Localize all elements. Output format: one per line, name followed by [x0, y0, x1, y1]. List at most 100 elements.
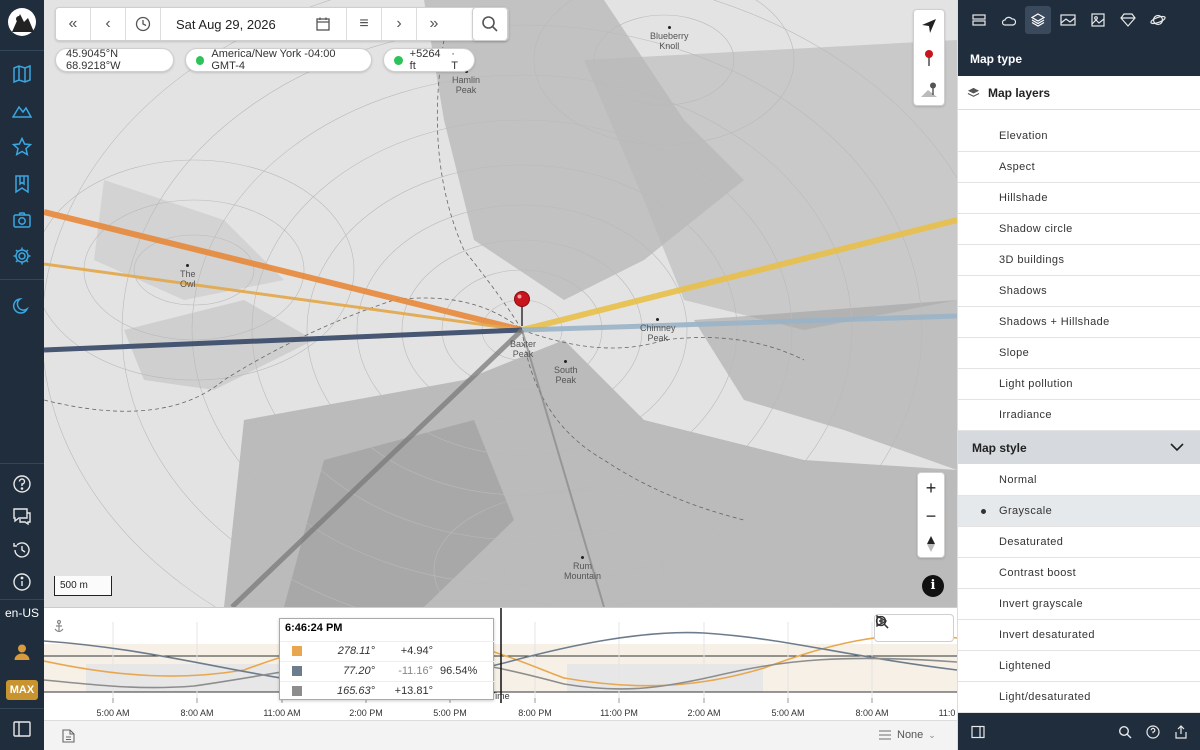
- drop-pin-button[interactable]: [914, 43, 944, 73]
- sidebar-settings-button[interactable]: [0, 238, 44, 274]
- bottom-bar: None ⌄: [44, 720, 957, 750]
- zoom-in-button[interactable]: +: [918, 474, 944, 502]
- style-item-grayscale[interactable]: Grayscale: [958, 496, 1200, 527]
- time-tick-label: 11:00 PM: [600, 708, 638, 718]
- app-logo[interactable]: [6, 6, 38, 40]
- plus-icon: +: [925, 477, 937, 498]
- zoom-out-button[interactable]: −: [918, 502, 944, 530]
- style-item-invert-grayscale[interactable]: Invert grayscale: [958, 589, 1200, 620]
- next-day-button[interactable]: ›: [382, 8, 416, 40]
- sidebar-account-button[interactable]: [0, 634, 44, 670]
- pin-on-terrain-button[interactable]: [914, 75, 944, 105]
- compass-button[interactable]: [918, 530, 944, 558]
- layer-item-3d-buildings[interactable]: 3D buildings: [958, 245, 1200, 276]
- time-tick-label: 2:00 PM: [349, 708, 383, 718]
- map-icon: [13, 64, 31, 84]
- style-item-invert-desaturated[interactable]: Invert desaturated: [958, 620, 1200, 651]
- style-item-contrast-boost[interactable]: Contrast boost: [958, 558, 1200, 589]
- document-icon[interactable]: [62, 729, 75, 743]
- panel-collapse-button[interactable]: [968, 722, 988, 742]
- sidebar-bookmarks-button[interactable]: [0, 166, 44, 202]
- calendar-button[interactable]: [306, 8, 340, 40]
- double-chevron-left-icon: «: [68, 15, 78, 32]
- overlay-selector[interactable]: None ⌄: [879, 729, 936, 741]
- timeline-zoom-out-button[interactable]: [875, 615, 927, 641]
- map-layers-title: Map layers: [988, 86, 1051, 100]
- footer-search-button[interactable]: [1115, 722, 1135, 742]
- elevation-pill[interactable]: +5264 ft · T: [383, 48, 475, 72]
- search-icon: [1118, 725, 1132, 739]
- location-pin[interactable]: [514, 291, 530, 307]
- layer-item-shadows-hillshade[interactable]: Shadows + Hillshade: [958, 307, 1200, 338]
- sidebar-divider: [0, 463, 44, 464]
- time-now-button[interactable]: [126, 8, 160, 40]
- place-label: Rum Mountain: [564, 556, 601, 581]
- plan-badge[interactable]: MAX: [6, 680, 38, 700]
- map-view[interactable]: Blueberry Knoll Hamlin Peak The Owl Baxter P…: [44, 0, 957, 607]
- footer-help-button[interactable]: [1143, 722, 1163, 742]
- style-item-desaturated[interactable]: Desaturated: [958, 527, 1200, 558]
- sidebar-camera-button[interactable]: [0, 202, 44, 238]
- sidebar-divider: [0, 50, 44, 51]
- sidebar-divider: [0, 279, 44, 280]
- coordinates-text: 45.9045°N 68.9218°W: [66, 48, 121, 72]
- sidebar-help-button[interactable]: [0, 466, 44, 502]
- layer-item-hillshade[interactable]: Hillshade: [958, 183, 1200, 214]
- map-style-header[interactable]: Map style: [958, 431, 1200, 464]
- style-item-lightened[interactable]: Lightened: [958, 651, 1200, 682]
- sidebar-feedback-button[interactable]: [0, 498, 44, 534]
- layer-item-aspect[interactable]: Aspect: [958, 152, 1200, 183]
- tab-weather[interactable]: [996, 6, 1022, 34]
- place-label: Chimney Peak: [640, 318, 676, 343]
- layer-item-elevation[interactable]: Elevation: [958, 121, 1200, 152]
- sidebar-terrain-button[interactable]: [0, 92, 44, 128]
- next-day-fast-button[interactable]: »: [417, 8, 451, 40]
- timezone-pill[interactable]: America/New York -04:00 GMT-4: [185, 48, 372, 72]
- date-display[interactable]: Sat Aug 29, 2026: [176, 17, 276, 32]
- style-item-label: Grayscale: [999, 505, 1053, 517]
- sidebar-night-mode-button[interactable]: [0, 288, 44, 324]
- sidebar-history-button[interactable]: [0, 532, 44, 568]
- layer-item-shadow-circle[interactable]: Shadow circle: [958, 214, 1200, 245]
- previous-day-fast-button[interactable]: «: [56, 8, 90, 40]
- tab-planet[interactable]: [1145, 6, 1171, 34]
- map-layers-header[interactable]: Map layers: [958, 76, 1200, 110]
- tab-gems[interactable]: [1115, 6, 1141, 34]
- menu-button[interactable]: ≡: [347, 8, 381, 40]
- timeline-panel[interactable]: 5:00 AM 8:00 AM 11:00 AM 2:00 PM 5:00 PM…: [44, 607, 957, 720]
- sidebar-map-button[interactable]: [0, 56, 44, 92]
- tooltip-row-moon: 77.20° -11.16° 96.54%: [280, 661, 495, 680]
- overlay-selector-value: None: [897, 729, 924, 741]
- search-button[interactable]: [472, 7, 508, 41]
- list-icon: [879, 730, 891, 740]
- layer-item-irradiance[interactable]: Irradiance: [958, 400, 1200, 431]
- tab-panorama[interactable]: [1055, 6, 1081, 34]
- language-selector[interactable]: en-US: [0, 606, 44, 620]
- locate-button[interactable]: [914, 11, 944, 41]
- star-icon: [12, 137, 32, 156]
- user-icon: [14, 644, 30, 660]
- tab-details[interactable]: [966, 6, 992, 34]
- style-item-normal[interactable]: Normal: [958, 465, 1200, 496]
- tab-layers[interactable]: [1025, 6, 1051, 34]
- timeline-tooltip: 6:46:24 PM 278.11° +4.94° 77.20° -11.16°…: [279, 618, 495, 700]
- sidebar-collapse-button[interactable]: [0, 711, 44, 747]
- tab-photo[interactable]: [1085, 6, 1111, 34]
- time-tick-label: 11:0: [938, 708, 956, 718]
- map-info-button[interactable]: i: [922, 575, 944, 597]
- previous-day-button[interactable]: ‹: [91, 8, 125, 40]
- layers-icon: [1031, 13, 1045, 27]
- sidebar-info-button[interactable]: [0, 564, 44, 600]
- share-button[interactable]: [1171, 722, 1191, 742]
- layer-item-light-pollution[interactable]: Light pollution: [958, 369, 1200, 400]
- timezone-text: America/New York -04:00 GMT-4: [211, 48, 336, 72]
- style-item-light-desaturated[interactable]: Light/desaturated: [958, 682, 1200, 713]
- sidebar-favorites-button[interactable]: [0, 129, 44, 165]
- left-sidebar: en-US MAX: [0, 0, 44, 750]
- layer-item-slope[interactable]: Slope: [958, 338, 1200, 369]
- layer-item-shadows[interactable]: Shadows: [958, 276, 1200, 307]
- history-icon: [13, 542, 30, 558]
- anchor-icon[interactable]: [54, 619, 64, 633]
- timeline-zoom-in-button[interactable]: [875, 615, 953, 641]
- coordinates-pill[interactable]: 45.9045°N 68.9218°W: [55, 48, 174, 72]
